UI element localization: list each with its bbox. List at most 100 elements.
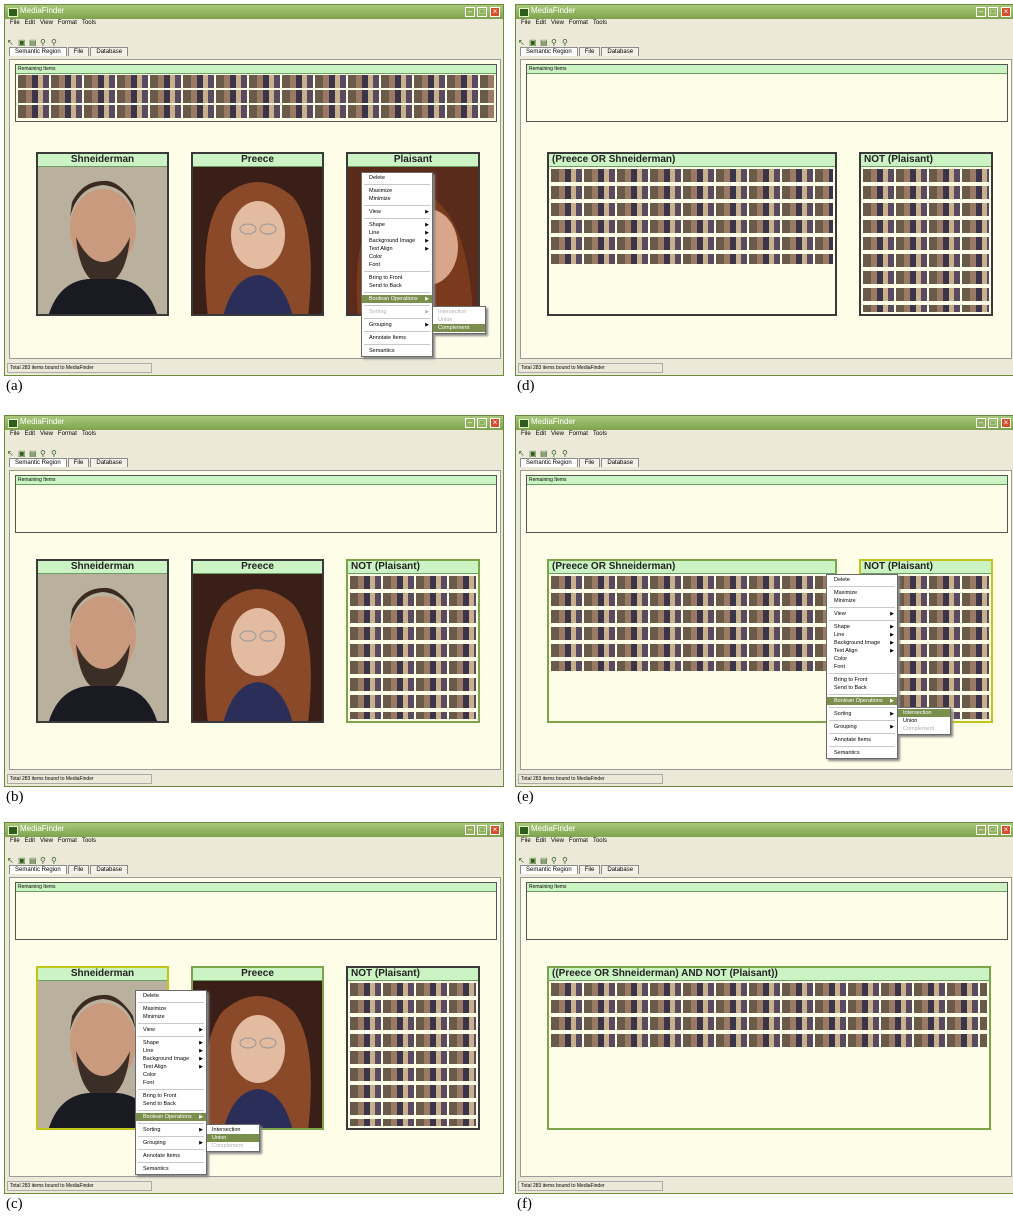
menu-tools[interactable]: Tools <box>82 838 96 844</box>
menu-tools[interactable]: Tools <box>82 431 96 437</box>
region-final-query[interactable]: ((Preece OR Shneiderman) AND NOT (Plaisa… <box>547 966 991 1130</box>
pointer-icon[interactable]: ↖ <box>7 39 15 47</box>
title-bar[interactable]: MediaFinder – □ × <box>516 823 1013 837</box>
title-bar[interactable]: MediaFinder – □ × <box>516 5 1013 19</box>
region-preece-or-shneiderman[interactable]: (Preece OR Shneiderman) <box>547 559 837 723</box>
menu-tools[interactable]: Tools <box>82 20 96 26</box>
tab-file[interactable]: File <box>67 865 90 874</box>
menu-view[interactable]: View <box>40 20 53 26</box>
minimize-icon[interactable]: – <box>976 418 986 428</box>
menu-annotate-items[interactable]: Annotate Items <box>827 736 897 744</box>
tab-file[interactable]: File <box>578 47 601 56</box>
pointer-icon[interactable]: ↖ <box>518 857 526 865</box>
menu-edit[interactable]: Edit <box>25 838 35 844</box>
zoom-in-icon[interactable]: ⚲ <box>551 39 559 47</box>
menu-delete[interactable]: Delete <box>136 992 206 1000</box>
tab-database[interactable]: Database <box>90 865 129 874</box>
tab-database[interactable]: Database <box>90 47 129 56</box>
save-icon[interactable]: ▣ <box>529 450 537 458</box>
region-preece[interactable]: Preece <box>191 559 324 723</box>
title-bar[interactable]: MediaFinder – □ × <box>5 416 503 430</box>
region-shneiderman[interactable]: Shneiderman <box>36 559 169 723</box>
save-icon[interactable]: ▣ <box>18 39 26 47</box>
menu-minimize[interactable]: Minimize <box>827 597 897 605</box>
tab-file[interactable]: File <box>578 458 601 467</box>
menu-view[interactable]: View ▶ <box>827 610 897 618</box>
save-icon[interactable]: ▣ <box>529 39 537 47</box>
menu-sorting[interactable]: Sorting ▶ <box>827 710 897 718</box>
menu-maximize[interactable]: Maximize <box>362 187 432 195</box>
menu-tools[interactable]: Tools <box>593 431 607 437</box>
remaining-items-region[interactable]: Remaining Items <box>526 882 1008 940</box>
menu-boolean-operations[interactable]: Boolean Operations ▶ <box>136 1113 206 1121</box>
menu-edit[interactable]: Edit <box>25 431 35 437</box>
menu-line[interactable]: Line ▶ <box>362 229 432 237</box>
pointer-icon[interactable]: ↖ <box>518 450 526 458</box>
tab-semantic-region[interactable]: Semantic Region <box>520 47 578 56</box>
menu-semantics[interactable]: Semantics <box>827 749 897 757</box>
maximize-icon[interactable]: □ <box>988 418 998 428</box>
maximize-icon[interactable]: □ <box>477 418 487 428</box>
remaining-items-region[interactable]: Remaining Items <box>15 475 497 533</box>
menu-send-to-back[interactable]: Send to Back <box>827 684 897 692</box>
menu-format[interactable]: Format <box>58 431 77 437</box>
region-not-plaisant[interactable]: NOT (Plaisant) <box>859 152 993 316</box>
maximize-icon[interactable]: □ <box>477 7 487 17</box>
menu-text-align[interactable]: Text Align ▶ <box>136 1063 206 1071</box>
thumbnail-grid[interactable] <box>551 983 987 1048</box>
menu-shape[interactable]: Shape ▶ <box>362 221 432 229</box>
menu-minimize[interactable]: Minimize <box>362 195 432 203</box>
menu-bring-to-front[interactable]: Bring to Front <box>827 676 897 684</box>
document-icon[interactable]: ▤ <box>540 450 548 458</box>
canvas[interactable]: Remaining Items ((Preece OR Shneiderman)… <box>520 877 1012 1177</box>
region-not-plaisant[interactable]: NOT (Plaisant) <box>346 559 480 723</box>
menu-semantics[interactable]: Semantics <box>362 347 432 355</box>
zoom-in-icon[interactable]: ⚲ <box>40 39 48 47</box>
menu-format[interactable]: Format <box>58 838 77 844</box>
tab-file[interactable]: File <box>67 458 90 467</box>
menu-complement[interactable]: Complement <box>433 324 485 332</box>
menu-format[interactable]: Format <box>58 20 77 26</box>
portrait-shneiderman[interactable] <box>38 167 167 314</box>
menu-edit[interactable]: Edit <box>536 20 546 26</box>
minimize-icon[interactable]: – <box>465 7 475 17</box>
menu-bring-to-front[interactable]: Bring to Front <box>362 274 432 282</box>
menu-delete[interactable]: Delete <box>362 174 432 182</box>
tab-database[interactable]: Database <box>601 865 640 874</box>
menu-background-image[interactable]: Background Image ▶ <box>136 1055 206 1063</box>
thumbnail-grid[interactable] <box>350 983 476 1126</box>
maximize-icon[interactable]: □ <box>477 825 487 835</box>
close-icon[interactable]: × <box>1001 825 1011 835</box>
tab-semantic-region[interactable]: Semantic Region <box>9 47 67 56</box>
menu-delete[interactable]: Delete <box>827 576 897 584</box>
menu-edit[interactable]: Edit <box>25 20 35 26</box>
tab-file[interactable]: File <box>67 47 90 56</box>
thumbnail-grid[interactable] <box>551 169 833 264</box>
menu-union[interactable]: Union <box>207 1134 259 1142</box>
menu-background-image[interactable]: Background Image ▶ <box>827 639 897 647</box>
zoom-out-icon[interactable]: ⚲ <box>562 39 570 47</box>
canvas[interactable]: Remaining Items Shneiderman Preece <box>9 470 501 770</box>
minimize-icon[interactable]: – <box>465 825 475 835</box>
document-icon[interactable]: ▤ <box>29 450 37 458</box>
menu-color[interactable]: Color <box>827 655 897 663</box>
zoom-in-icon[interactable]: ⚲ <box>40 450 48 458</box>
pointer-icon[interactable]: ↖ <box>7 450 15 458</box>
maximize-icon[interactable]: □ <box>988 825 998 835</box>
menu-maximize[interactable]: Maximize <box>136 1005 206 1013</box>
menu-background-image[interactable]: Background Image ▶ <box>362 237 432 245</box>
region-preece-or-shneiderman[interactable]: (Preece OR Shneiderman) <box>547 152 837 316</box>
region-preece[interactable]: Preece <box>191 152 324 316</box>
portrait-preece[interactable] <box>193 167 322 314</box>
menu-annotate-items[interactable]: Annotate Items <box>362 334 432 342</box>
thumbnail-grid[interactable] <box>551 576 833 671</box>
minimize-icon[interactable]: – <box>465 418 475 428</box>
menu-color[interactable]: Color <box>136 1071 206 1079</box>
thumbnail-grid[interactable] <box>350 576 476 719</box>
menu-view[interactable]: View <box>40 431 53 437</box>
save-icon[interactable]: ▣ <box>529 857 537 865</box>
zoom-out-icon[interactable]: ⚲ <box>562 450 570 458</box>
zoom-out-icon[interactable]: ⚲ <box>51 450 59 458</box>
menu-union[interactable]: Union <box>898 717 950 725</box>
menu-font[interactable]: Font <box>136 1079 206 1087</box>
